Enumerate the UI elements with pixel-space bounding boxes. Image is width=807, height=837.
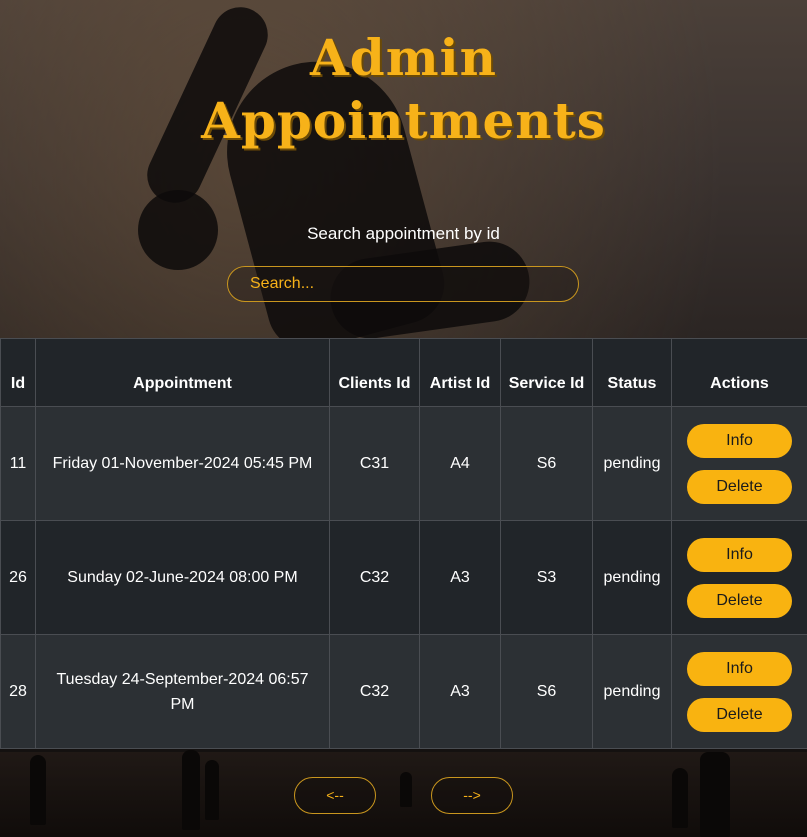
column-header-status: Status xyxy=(592,338,672,407)
cell-id: 11 xyxy=(0,406,36,521)
page-title-line1: Admin xyxy=(309,28,497,87)
info-button[interactable]: Info xyxy=(687,651,792,686)
background-figure xyxy=(30,755,46,825)
cell-status: pending xyxy=(592,520,672,635)
page-title: Admin Appointments xyxy=(0,26,807,152)
column-header-actions: Actions xyxy=(671,338,807,407)
cell-status: pending xyxy=(592,406,672,521)
cell-appointment: Friday 01-November-2024 05:45 PM xyxy=(35,406,330,521)
previous-page-button[interactable]: <-- xyxy=(294,777,376,814)
column-header-appointment: Appointment xyxy=(35,338,330,407)
table-row: 26 Sunday 02-June-2024 08:00 PM C32 A3 S… xyxy=(0,520,807,635)
cell-actions: Info Delete xyxy=(671,520,807,635)
delete-button[interactable]: Delete xyxy=(687,697,792,732)
table-row: 11 Friday 01-November-2024 05:45 PM C31 … xyxy=(0,406,807,521)
cell-appointment: Tuesday 24-September-2024 06:57 PM xyxy=(35,634,330,749)
page-title-line2: Appointments xyxy=(201,91,606,150)
cell-service-id: S6 xyxy=(500,634,593,749)
table-header-row: Id Appointment Clients Id Artist Id Serv… xyxy=(0,338,807,407)
appointments-table: Id Appointment Clients Id Artist Id Serv… xyxy=(0,338,807,749)
info-button[interactable]: Info xyxy=(687,423,792,458)
cell-artist-id: A3 xyxy=(419,520,501,635)
cell-artist-id: A3 xyxy=(419,634,501,749)
next-page-button[interactable]: --> xyxy=(431,777,513,814)
background-figure xyxy=(205,760,219,820)
column-header-clients-id: Clients Id xyxy=(329,338,420,407)
cell-status: pending xyxy=(592,634,672,749)
cell-client-id: C31 xyxy=(329,406,420,521)
background-figure xyxy=(672,768,688,828)
cell-service-id: S6 xyxy=(500,406,593,521)
column-header-artist-id: Artist Id xyxy=(419,338,501,407)
search-input[interactable] xyxy=(227,266,579,302)
cell-appointment: Sunday 02-June-2024 08:00 PM xyxy=(35,520,330,635)
cell-actions: Info Delete xyxy=(671,634,807,749)
cell-id: 28 xyxy=(0,634,36,749)
background-figure xyxy=(182,750,200,830)
search-label: Search appointment by id xyxy=(307,224,500,243)
cell-actions: Info Delete xyxy=(671,406,807,521)
cell-id: 26 xyxy=(0,520,36,635)
delete-button[interactable]: Delete xyxy=(687,469,792,504)
cell-artist-id: A4 xyxy=(419,406,501,521)
cell-service-id: S3 xyxy=(500,520,593,635)
cell-client-id: C32 xyxy=(329,520,420,635)
column-header-service-id: Service Id xyxy=(500,338,593,407)
background-figure xyxy=(400,772,412,807)
info-button[interactable]: Info xyxy=(687,537,792,572)
column-header-id: Id xyxy=(0,338,36,407)
background-figure xyxy=(700,752,730,837)
table-row: 28 Tuesday 24-September-2024 06:57 PM C3… xyxy=(0,634,807,749)
cell-client-id: C32 xyxy=(329,634,420,749)
delete-button[interactable]: Delete xyxy=(687,583,792,618)
